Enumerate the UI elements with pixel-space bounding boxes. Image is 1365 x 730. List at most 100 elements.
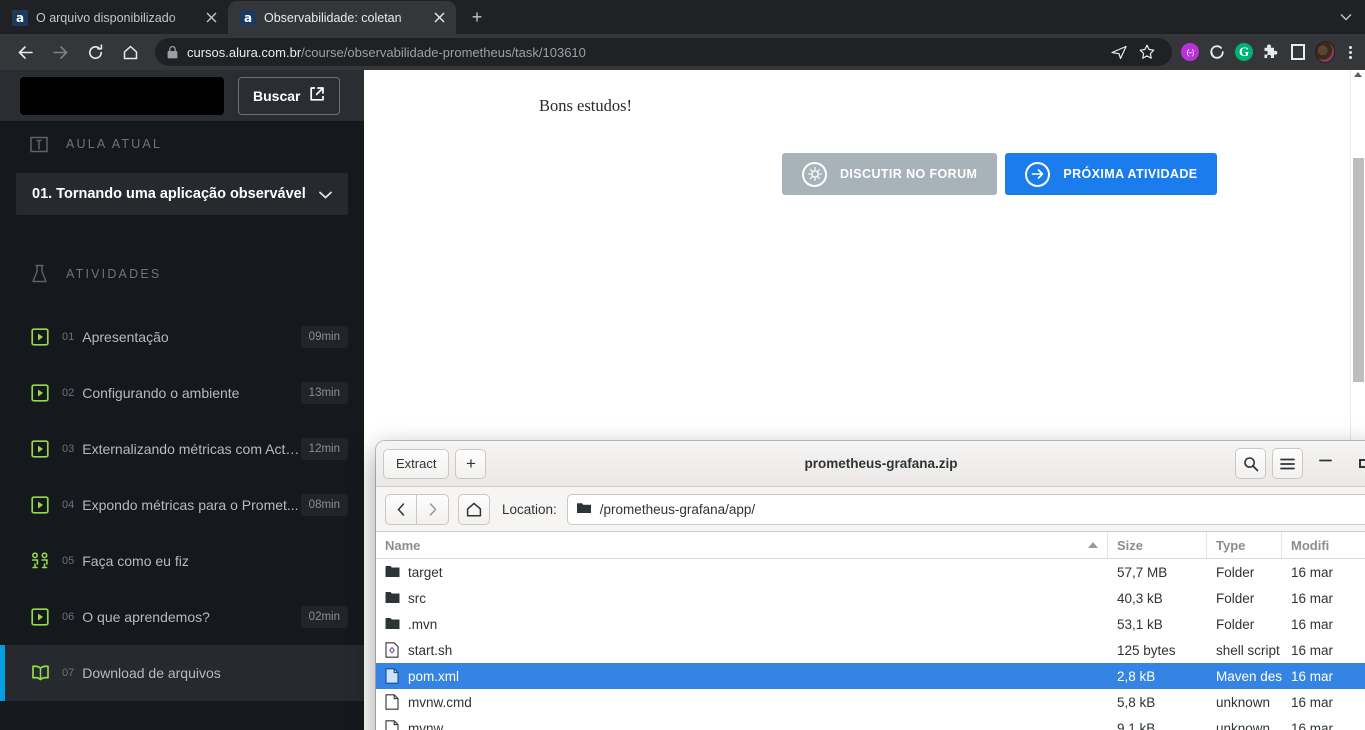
- lifebuoy-icon: [802, 161, 827, 187]
- extension-purple-icon[interactable]: (--): [1180, 42, 1200, 62]
- file-type: unknown: [1216, 720, 1271, 730]
- nav-forward-button[interactable]: [417, 493, 449, 525]
- proxima-atividade-button[interactable]: PRÓXIMA ATIVIDADE: [1005, 153, 1218, 195]
- file-row[interactable]: mvnw 9,1 kB unknown 16 mar: [376, 715, 1365, 730]
- activity-number: 01: [62, 331, 75, 343]
- file-size: 5,8 kB: [1117, 694, 1156, 710]
- atividades-label: ATIVIDADES: [66, 267, 162, 281]
- tab-title: Observabilidade: coletan: [264, 10, 402, 25]
- browser-toolbar: cursos.alura.com.br/course/observabilida…: [0, 34, 1365, 70]
- aula-atual-label: AULA ATUAL: [66, 137, 163, 151]
- close-tab-icon[interactable]: [202, 9, 220, 27]
- tab-search-chevron-down-icon[interactable]: [1333, 4, 1359, 30]
- lock-icon: [167, 45, 178, 59]
- activity-item-02[interactable]: 02 Configurando o ambiente 13min: [0, 365, 364, 421]
- activity-item-03[interactable]: 03 Externalizando métricas com Actu... 1…: [0, 421, 364, 477]
- page-viewport: Buscar AULA ATUAL 01. Tornando uma aplic…: [0, 70, 1365, 730]
- maximize-icon[interactable]: [1347, 448, 1365, 479]
- activity-label: Download de arquivos: [82, 665, 221, 681]
- file-type: Folder: [1216, 564, 1255, 580]
- kebab-menu-icon[interactable]: [1339, 45, 1361, 59]
- browser-tab-1[interactable]: a O arquivo disponibilizado: [0, 1, 228, 34]
- scrollbar-thumb[interactable]: [1353, 158, 1364, 382]
- nav-back-button[interactable]: [385, 493, 417, 525]
- address-bar[interactable]: cursos.alura.com.br/course/observabilida…: [155, 38, 1172, 66]
- file-name-cell: pom.xml: [376, 667, 1108, 685]
- column-header-name[interactable]: Name: [376, 532, 1108, 558]
- action-buttons-row: DISCUTIR NO FORUM PRÓXIMA ATIVIDADE: [782, 153, 1218, 195]
- activity-item-05[interactable]: 05 Faça como eu fiz: [0, 533, 364, 589]
- activity-item-06[interactable]: 06 O que aprendemos? 02min: [0, 589, 364, 645]
- location-input[interactable]: /prometheus-grafana/app/: [566, 493, 1365, 525]
- current-lesson-title: 01. Tornando uma aplicação observável: [32, 186, 306, 202]
- activity-number: 03: [62, 443, 75, 455]
- file-row[interactable]: target 57,7 MB Folder 16 mar: [376, 559, 1365, 585]
- activity-number: 07: [62, 667, 75, 679]
- search-icon[interactable]: [1235, 448, 1266, 479]
- search-button-label: Buscar: [253, 87, 301, 104]
- extension-sync-icon[interactable]: [1207, 42, 1227, 62]
- file-modified: 16 mar: [1291, 564, 1334, 580]
- file-modified: 16 mar: [1291, 590, 1334, 606]
- browser-tab-2[interactable]: a Observabilidade: coletan: [228, 1, 456, 34]
- file-name: mvnw.cmd: [408, 694, 472, 710]
- file-row[interactable]: .mvn 53,1 kB Folder 16 mar: [376, 611, 1365, 637]
- share-icon[interactable]: [1106, 39, 1132, 65]
- file-name-cell: target: [376, 564, 1108, 581]
- activity-label: Configurando o ambiente: [82, 385, 240, 401]
- activity-item-04[interactable]: 04 Expondo métricas para o Promet... 08m…: [0, 477, 364, 533]
- activity-item-01[interactable]: 01 Apresentação 09min: [0, 309, 364, 365]
- file-name: src: [408, 590, 426, 606]
- forward-arrow-icon[interactable]: [45, 37, 75, 67]
- activity-duration: 02min: [300, 606, 348, 628]
- extensions-puzzle-icon[interactable]: [1261, 42, 1281, 62]
- activity-number: 06: [62, 611, 75, 623]
- video-icon: [28, 608, 52, 626]
- minimize-icon[interactable]: [1309, 448, 1341, 479]
- new-tab-button[interactable]: +: [462, 3, 492, 31]
- close-tab-icon[interactable]: [430, 9, 448, 27]
- closing-text: Bons estudos!: [539, 96, 633, 115]
- extract-button[interactable]: Extract: [383, 448, 450, 479]
- file-size: 125 bytes: [1117, 642, 1176, 658]
- activity-label: O que aprendemos?: [82, 609, 210, 625]
- scroll-up-arrow-icon[interactable]: [1354, 72, 1362, 77]
- video-icon: [28, 440, 52, 458]
- activity-number: 04: [62, 499, 75, 511]
- file-list-body: target 57,7 MB Folder 16 mar src 40,3 kB…: [376, 559, 1365, 730]
- discutir-label: DISCUTIR NO FORUM: [840, 167, 978, 181]
- add-files-button[interactable]: +: [455, 448, 487, 479]
- reload-icon[interactable]: [80, 37, 110, 67]
- activity-duration: 12min: [300, 438, 348, 460]
- column-header-type[interactable]: Type: [1207, 532, 1282, 558]
- video-icon: [28, 496, 52, 514]
- file-name: mvnw: [408, 720, 444, 730]
- discutir-no-forum-button[interactable]: DISCUTIR NO FORUM: [782, 153, 998, 195]
- star-icon[interactable]: [1134, 39, 1160, 65]
- home-icon[interactable]: [115, 37, 145, 67]
- hamburger-menu-icon[interactable]: [1272, 448, 1303, 479]
- grammarly-extension-icon[interactable]: G: [1234, 42, 1254, 62]
- current-lesson-selector[interactable]: 01. Tornando uma aplicação observável: [16, 173, 348, 215]
- activity-duration: 08min: [300, 494, 348, 516]
- file-row[interactable]: start.sh 125 bytes shell script 16 mar: [376, 637, 1365, 663]
- flask-icon: [28, 264, 50, 284]
- back-arrow-icon[interactable]: [10, 37, 40, 67]
- tab-title: O arquivo disponibilizado: [36, 10, 176, 25]
- file-name-cell: src: [376, 590, 1108, 607]
- search-button[interactable]: Buscar: [238, 76, 341, 115]
- file-type: Folder: [1216, 590, 1255, 606]
- activity-item-07[interactable]: 07 Download de arquivos: [0, 645, 364, 701]
- file-type: shell script: [1216, 642, 1280, 658]
- file-row-selected[interactable]: pom.xml 2,8 kB Maven desc... 16 mar: [376, 663, 1365, 689]
- column-header-size[interactable]: Size: [1108, 532, 1207, 558]
- column-header-modified[interactable]: Modifi: [1282, 532, 1365, 558]
- side-panel-icon[interactable]: [1288, 42, 1308, 62]
- aula-atual-heading: AULA ATUAL: [0, 121, 364, 167]
- file-row[interactable]: src 40,3 kB Folder 16 mar: [376, 585, 1365, 611]
- tab-strip: a O arquivo disponibilizado a Observabil…: [0, 0, 1365, 34]
- search-input[interactable]: [20, 76, 224, 115]
- nav-home-button[interactable]: [458, 493, 490, 525]
- avatar[interactable]: [1315, 41, 1335, 63]
- file-row[interactable]: mvnw.cmd 5,8 kB unknown 16 mar: [376, 689, 1365, 715]
